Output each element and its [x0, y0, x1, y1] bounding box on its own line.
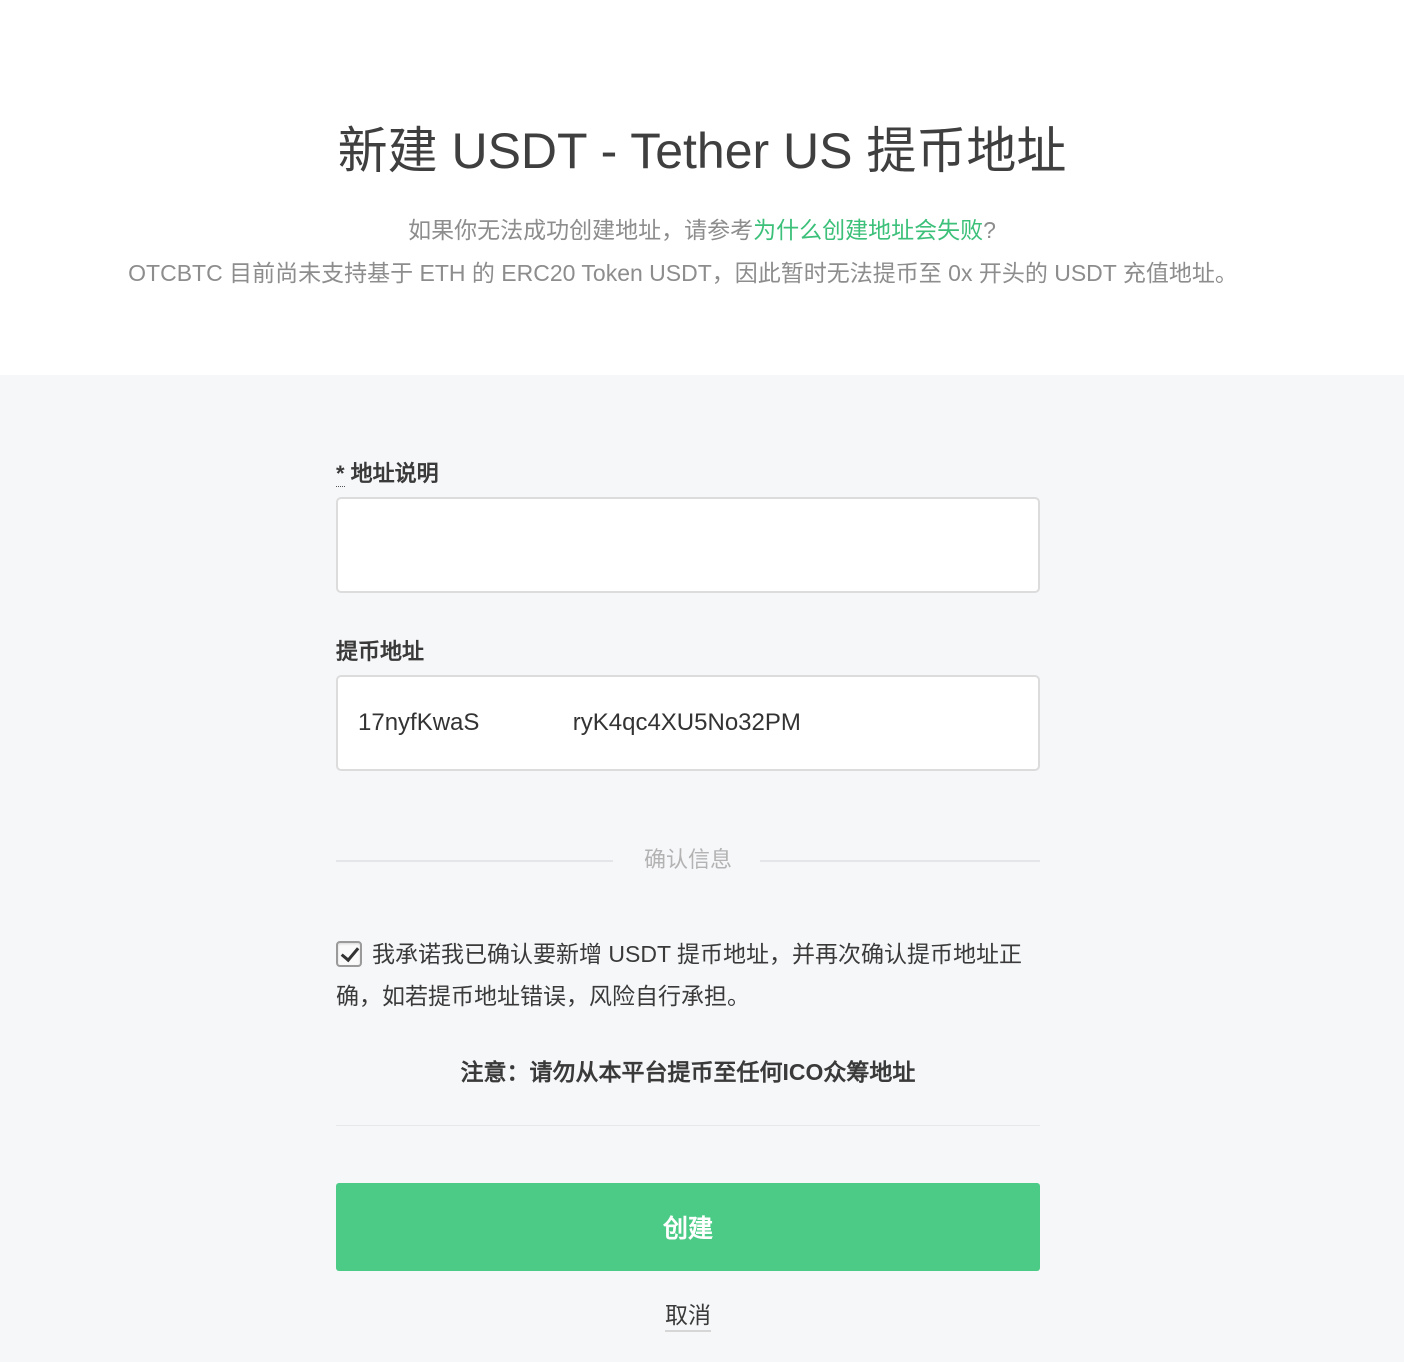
ico-warning: 注意：请勿从本平台提币至任何ICO众筹地址: [460, 1059, 916, 1085]
form-separator: [336, 1125, 1040, 1126]
address-label-text: 地址说明: [350, 461, 439, 486]
withdraw-address-label: 提币地址: [336, 639, 425, 664]
cancel-row: 取消: [336, 1299, 1040, 1332]
withdraw-address-input[interactable]: [336, 675, 1040, 771]
address-label-field-label: * 地址说明: [336, 459, 439, 489]
cancel-link[interactable]: 取消: [665, 1302, 711, 1332]
confirm-row: 我承诺我已确认要新增 USDT 提币地址，并再次确认提币地址正确，如若提币地址错…: [336, 933, 1040, 1017]
divider-line-right: [760, 860, 1040, 862]
create-button[interactable]: 创建: [336, 1183, 1040, 1271]
required-mark: *: [336, 461, 345, 487]
page-title: 新建 USDT - Tether US 提币地址: [337, 123, 1067, 179]
form-area: *地址说明 提币地址 确认信息 我承诺我已确认要新增 USDT 提币地址，并再次…: [0, 375, 1404, 1362]
confirm-text[interactable]: 我承诺我已确认要新增 USDT 提币地址，并再次确认提币地址正确，如若提币地址错…: [336, 941, 1022, 1009]
confirm-info-divider: 确认信息: [336, 845, 1040, 875]
page-header: 新建 USDT - Tether US 提币地址 如果你无法成功创建地址，请参考…: [0, 0, 1404, 375]
address-label-input[interactable]: [336, 497, 1040, 593]
confirm-checkbox[interactable]: [336, 941, 362, 967]
help-hint: 如果你无法成功创建地址，请参考为什么创建地址会失败?: [0, 212, 1404, 248]
help-hint-text: 如果你无法成功创建地址，请参考: [408, 217, 754, 243]
erc20-notice: OTCBTC 目前尚未支持基于 ETH 的 ERC20 Token USDT，因…: [128, 260, 1238, 286]
help-hint-suffix: ?: [983, 217, 996, 243]
why-create-fails-link[interactable]: 为什么创建地址会失败: [753, 217, 983, 243]
